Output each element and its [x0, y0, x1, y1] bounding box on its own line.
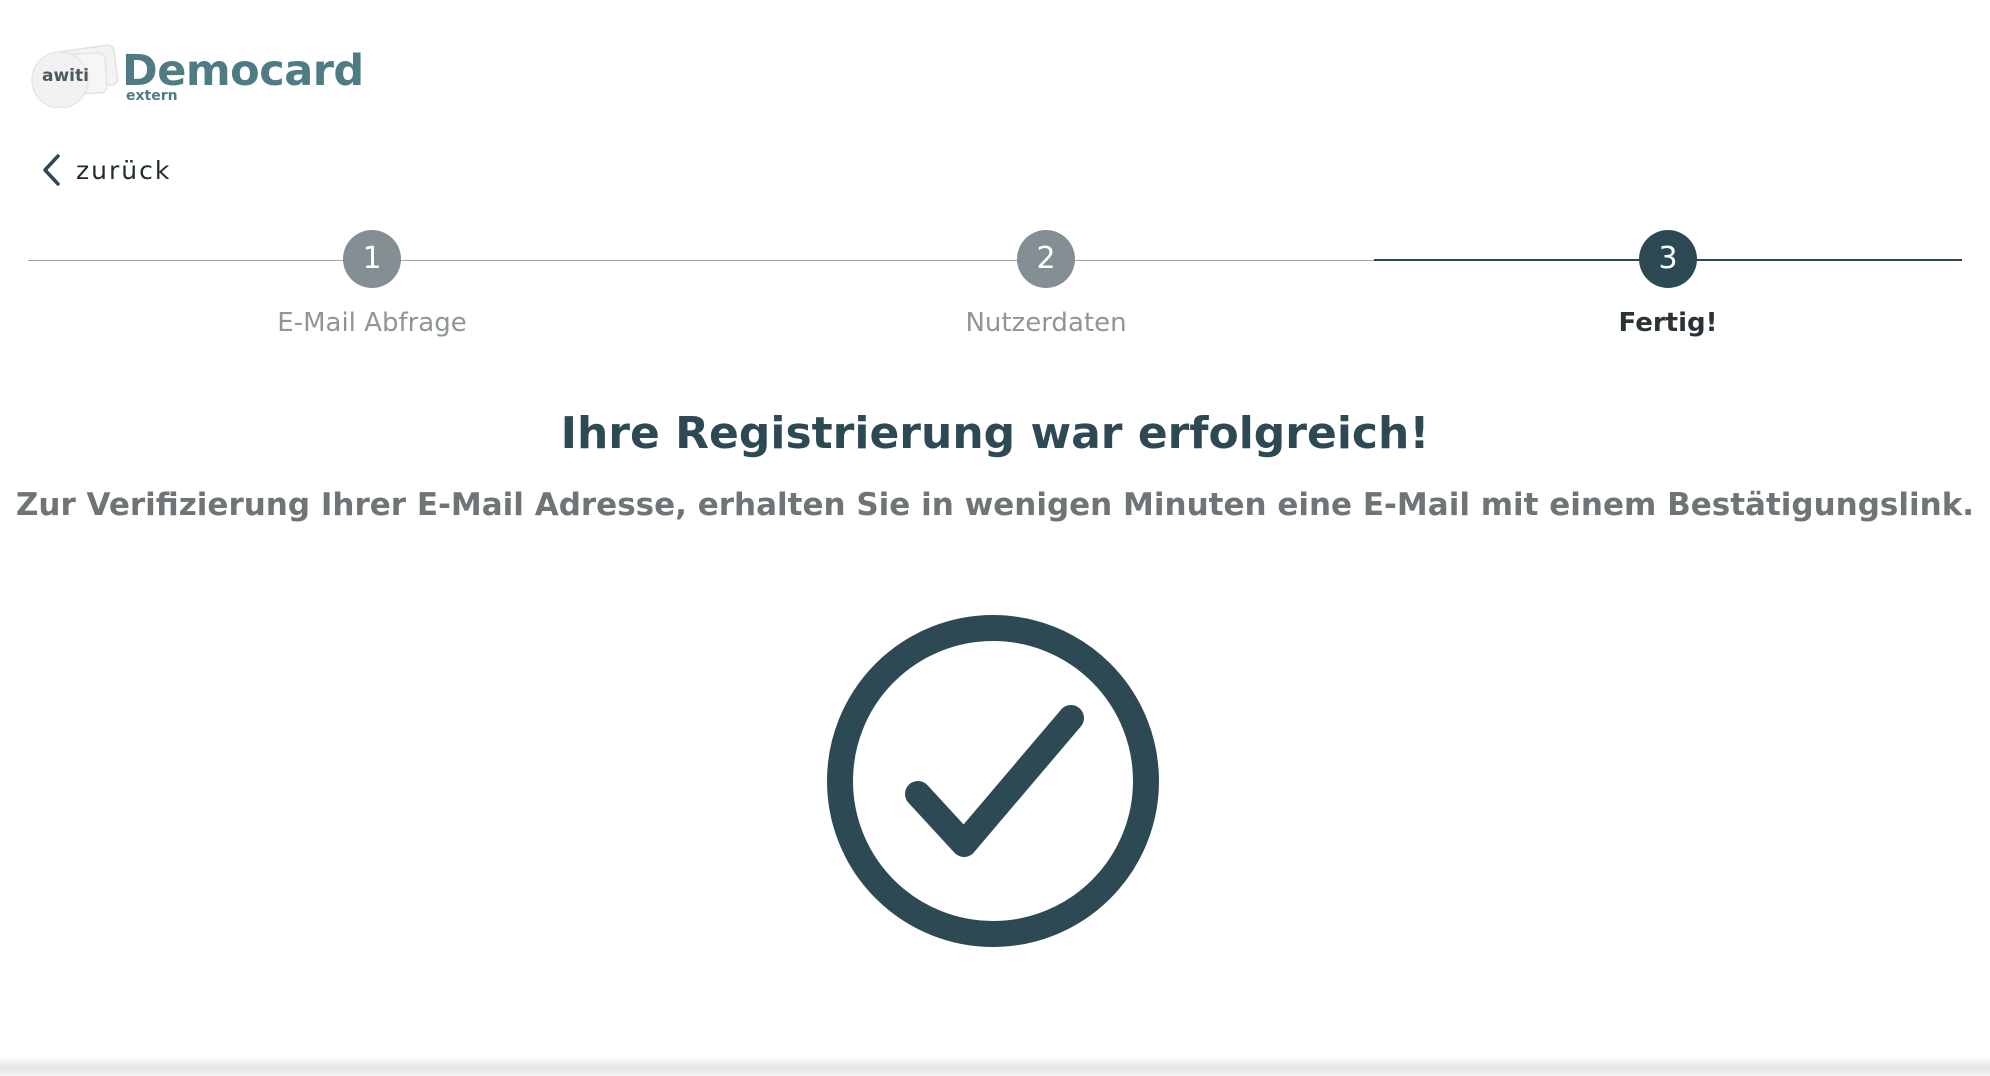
step-number-badge: 1: [343, 230, 401, 288]
chevron-left-icon: [43, 154, 60, 186]
step-user-data: 2 Nutzerdaten: [896, 230, 1196, 338]
progress-stepper: 1 E-Mail Abfrage 2 Nutzerdaten 3 Fertig!: [28, 230, 1962, 350]
logo-brand-text: awiti: [42, 66, 89, 86]
page-title: Ihre Registrierung war erfolgreich!: [560, 408, 1430, 459]
step-number-badge: 2: [1017, 230, 1075, 288]
step-label: Nutzerdaten: [965, 308, 1127, 338]
check-circle-icon: [827, 615, 1159, 947]
footer-divider: [0, 1056, 1990, 1076]
step-number-badge: 3: [1639, 230, 1697, 288]
step-label: E-Mail Abfrage: [277, 308, 467, 338]
registration-success-page: awiti Democard extern zurück 1 E-Mail Ab…: [0, 0, 1990, 1076]
step-label: Fertig!: [1618, 308, 1718, 338]
back-link[interactable]: zurück: [40, 150, 171, 190]
verification-message: Zur Verifizierung Ihrer E-Mail Adresse, …: [15, 487, 1975, 523]
back-link-label: zurück: [76, 155, 172, 185]
democard-logo: awiti Democard extern: [28, 38, 364, 114]
step-done: 3 Fertig!: [1518, 230, 1818, 338]
logo-subtitle: extern: [126, 88, 178, 104]
step-email-query: 1 E-Mail Abfrage: [222, 230, 522, 338]
